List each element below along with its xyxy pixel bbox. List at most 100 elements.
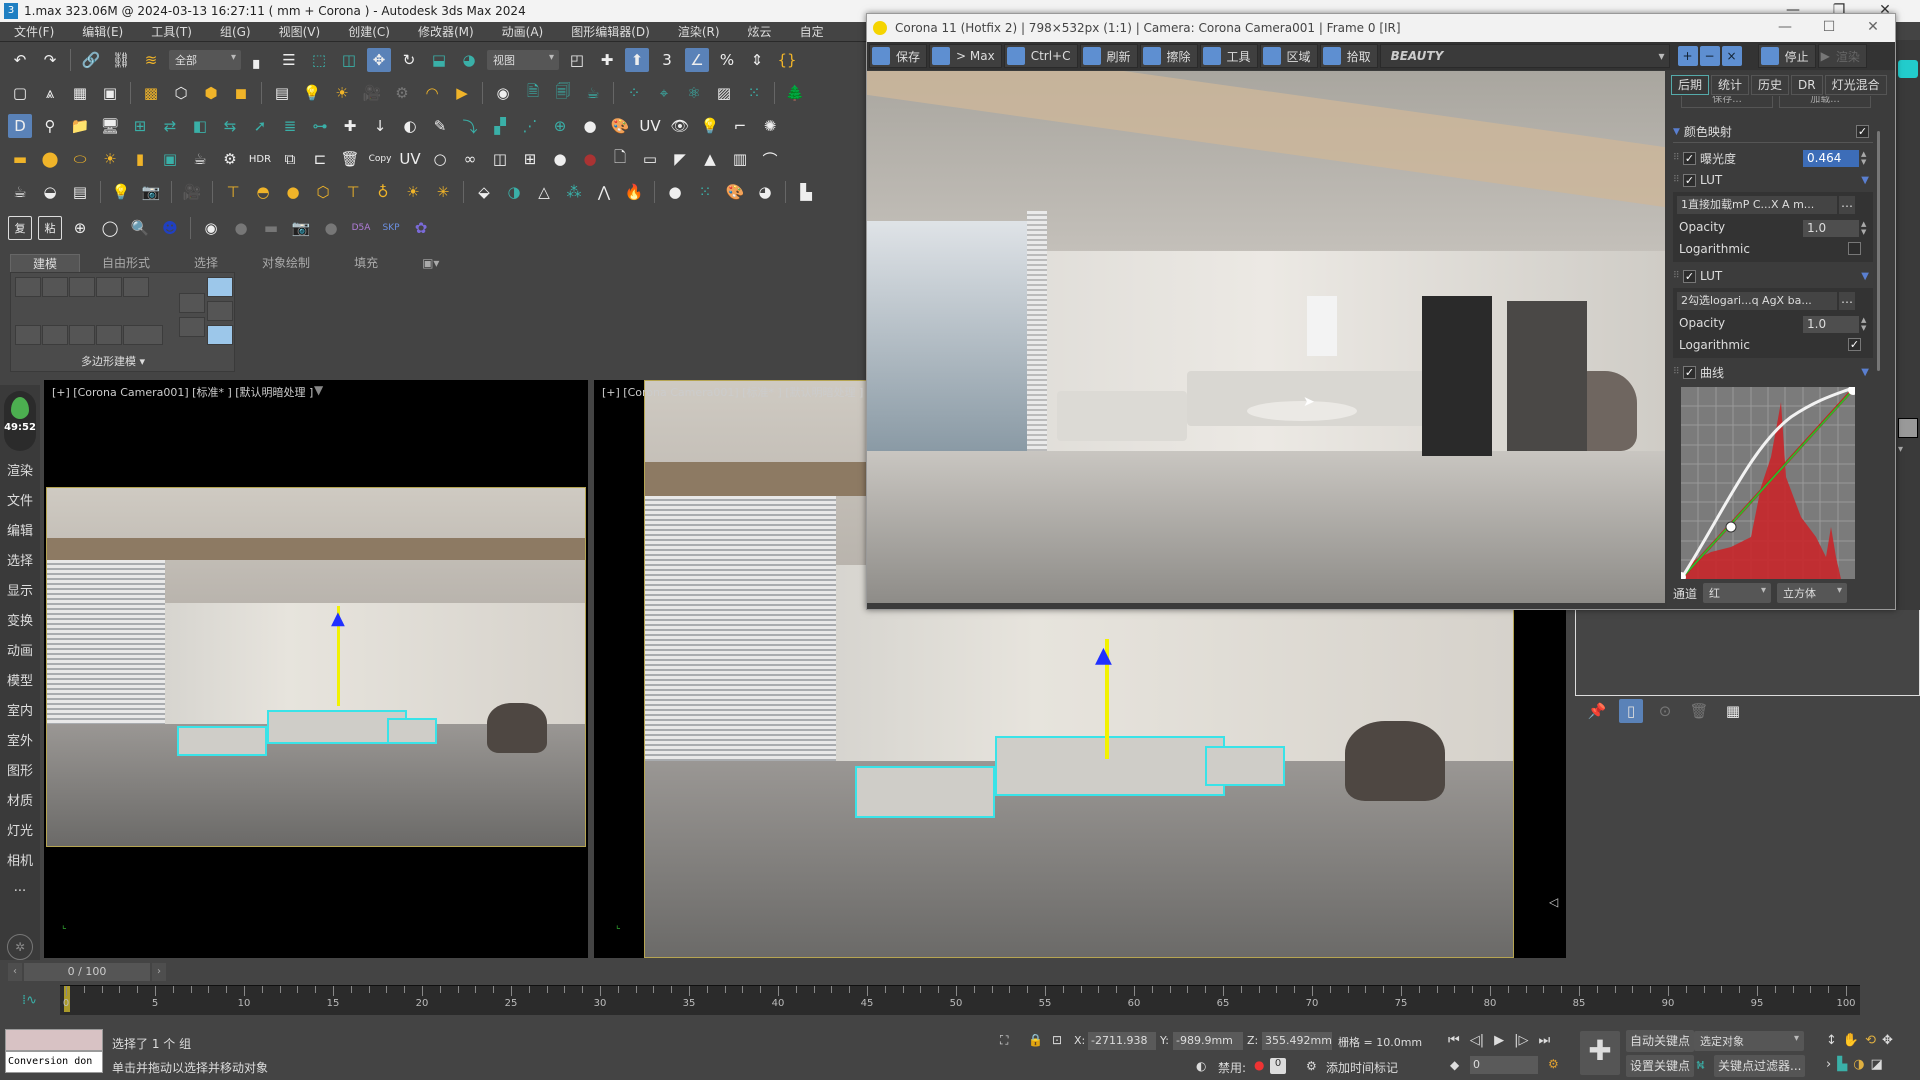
set-key-button[interactable]: 设置关键点 xyxy=(1626,1055,1695,1077)
adaptive-degradation-icon[interactable]: ◐ xyxy=(1196,1059,1206,1073)
ribbon-tab-modeling[interactable]: 建模 xyxy=(10,254,81,272)
polygon-mode-button[interactable] xyxy=(96,277,122,297)
zoom-out-icon[interactable]: − xyxy=(1699,46,1720,66)
sidebar-item-animation[interactable]: 动画 xyxy=(0,637,40,667)
save-preset-button[interactable]: 保存... xyxy=(1681,96,1773,108)
arch-icon[interactable]: ⌒ xyxy=(758,147,782,171)
teapot-icon[interactable]: ☕ xyxy=(8,180,32,204)
region-button[interactable]: 区域 xyxy=(1259,44,1318,68)
lut2-log-checkbox[interactable]: ✓ xyxy=(1848,338,1861,351)
make-unique-icon[interactable]: ⊙ xyxy=(1653,699,1677,723)
menu-rendering[interactable]: 渲染(R) xyxy=(664,23,734,40)
grass-icon[interactable]: ⋀ xyxy=(592,180,616,204)
frame-buffer-icon[interactable]: ▣ xyxy=(158,147,182,171)
key-filters-button[interactable]: 关键点过滤器... xyxy=(1714,1055,1806,1077)
manipulate-icon[interactable]: ✚ xyxy=(595,48,619,72)
connect-icon[interactable]: ⊶ xyxy=(308,114,332,138)
orbit-subobject-icon[interactable]: ◑ xyxy=(1853,1057,1864,1072)
camera-icon[interactable]: 🎥 xyxy=(360,81,384,105)
move-icon[interactable]: ✥ xyxy=(367,48,391,72)
snap-3d-icon[interactable]: 3 xyxy=(655,48,679,72)
lut1-collapse-icon[interactable]: ▼ xyxy=(1861,175,1869,186)
d-tool-icon[interactable]: D xyxy=(8,114,32,138)
sidebar-item-transform[interactable]: 变换 xyxy=(0,607,40,637)
loop-button[interactable] xyxy=(96,325,122,345)
light-bulb-icon[interactable]: 💡 xyxy=(300,81,324,105)
scale-icon[interactable]: ⬓ xyxy=(427,48,451,72)
sidebar-item-camera[interactable]: 相机 xyxy=(0,847,40,877)
auto-key-button[interactable]: 自动关键点 xyxy=(1626,1030,1695,1052)
curve-editor-icon[interactable]: ⁞∿ xyxy=(22,993,37,1008)
tab-stats[interactable]: 统计 xyxy=(1711,75,1750,95)
grid-icon[interactable]: ▦ xyxy=(68,81,92,105)
modifier-down-button[interactable] xyxy=(179,317,205,337)
grow-button[interactable] xyxy=(15,325,41,345)
exposure-checkbox[interactable]: ✓ xyxy=(1683,151,1696,165)
configure-sets-icon[interactable]: ▦ xyxy=(1721,699,1745,723)
tools-button[interactable]: 工具 xyxy=(1199,44,1258,68)
render-element-dropdown[interactable]: BEAUTY xyxy=(1379,44,1670,68)
lut1-file-dropdown[interactable]: 1直接加载mP C...X A m... xyxy=(1677,196,1837,214)
viewport-label[interactable]: [+] [Corona Camera001] [标准* ] [默认明暗处理 ] xyxy=(52,384,313,400)
cylinder-light-icon[interactable]: ▮ xyxy=(128,147,152,171)
panel-label[interactable]: 多边形建模 ▾ xyxy=(81,353,145,369)
rect-select-icon[interactable]: ⬚ xyxy=(307,48,331,72)
curve-point-mid[interactable] xyxy=(1725,521,1737,533)
drag-grip-icon[interactable]: ⠿ xyxy=(1673,153,1683,163)
redo-icon[interactable]: ↷ xyxy=(38,48,62,72)
lut2-collapse-icon[interactable]: ▼ xyxy=(1861,271,1869,282)
shrink-button[interactable] xyxy=(42,325,68,345)
sphere-icon[interactable]: ● xyxy=(578,114,602,138)
lut1-opacity-input[interactable]: 1.0 xyxy=(1803,220,1859,237)
maximize-viewport-icon[interactable]: ◪ xyxy=(1871,1057,1883,1072)
select-object-icon[interactable]: ▖ xyxy=(247,48,271,72)
prev-key-icon[interactable]: ◁| xyxy=(1470,1033,1484,1048)
trash-icon[interactable]: 🗑 xyxy=(338,147,362,171)
grey-ball-icon[interactable]: ● xyxy=(548,147,572,171)
ball-light-icon[interactable]: ● xyxy=(281,180,305,204)
named-selection-icon[interactable]: {} xyxy=(775,48,799,72)
eyedropper-icon[interactable]: ✎ xyxy=(428,114,452,138)
tree-icon[interactable]: 🌲 xyxy=(783,81,807,105)
split-4-icon[interactable]: ⊞ xyxy=(518,147,542,171)
next-key-icon[interactable]: |▷ xyxy=(1514,1033,1528,1048)
walk-through-icon[interactable]: ▙ xyxy=(1837,1057,1847,1072)
lut1-browse-button[interactable]: … xyxy=(1839,196,1855,214)
sidebar-item-edit[interactable]: 编辑 xyxy=(0,517,40,547)
down-arrow-icon[interactable]: ↓ xyxy=(368,114,392,138)
lut2-opacity-spinner[interactable]: ▲ ▼ xyxy=(1861,316,1869,333)
uv-map-icon[interactable]: UV xyxy=(398,147,422,171)
proxy-icon[interactable]: ⊏ xyxy=(308,147,332,171)
corona-close-button[interactable]: ✕ xyxy=(1851,14,1895,42)
paste-object-icon[interactable]: 粘 xyxy=(38,216,62,240)
sun-icon[interactable]: ☀ xyxy=(330,81,354,105)
matte-ball-icon[interactable]: ● xyxy=(663,180,687,204)
terrain-icon[interactable]: ⩓ xyxy=(38,81,62,105)
selection-lock-icon[interactable]: 0 xyxy=(1270,1058,1286,1074)
box-save-icon[interactable]: ▤ xyxy=(68,180,92,204)
multi-ball-icon[interactable]: ⁙ xyxy=(693,180,717,204)
filter-icon[interactable]: ▼ xyxy=(314,383,323,397)
drag-grip-icon[interactable]: ⠿ xyxy=(1673,367,1683,377)
file-check-icon[interactable]: 🗎 xyxy=(521,81,545,105)
menu-xuanyun[interactable]: 炫云 xyxy=(734,23,786,40)
edge-mode-button[interactable] xyxy=(42,277,68,297)
settings-gear-icon[interactable]: ✲ xyxy=(7,934,33,960)
red-ball-icon[interactable]: ● xyxy=(578,147,602,171)
render-button[interactable]: ▶ 渲染 xyxy=(1817,44,1867,68)
cad-file-icon[interactable]: 🗋 xyxy=(608,147,632,171)
add-circle-icon[interactable]: ⊕ xyxy=(68,216,92,240)
sun-small-icon[interactable]: ☀ xyxy=(401,180,425,204)
border-mode-button[interactable] xyxy=(69,277,95,297)
preview-button[interactable] xyxy=(123,325,163,345)
corona-minimize-button[interactable]: — xyxy=(1763,14,1807,42)
geo-light-icon[interactable]: ⬡ xyxy=(311,180,335,204)
lut2-browse-button[interactable]: … xyxy=(1839,292,1855,310)
plane-light-icon[interactable]: ▬ xyxy=(8,147,32,171)
curves-checkbox[interactable]: ✓ xyxy=(1683,365,1696,379)
play-icon[interactable]: ▶ xyxy=(1494,1033,1504,1048)
lut2-checkbox[interactable]: ✓ xyxy=(1683,269,1696,283)
copy-object-icon[interactable]: 复 xyxy=(8,216,32,240)
swap-icon[interactable]: ⇆ xyxy=(218,114,242,138)
palette-icon[interactable]: 🎨 xyxy=(608,114,632,138)
